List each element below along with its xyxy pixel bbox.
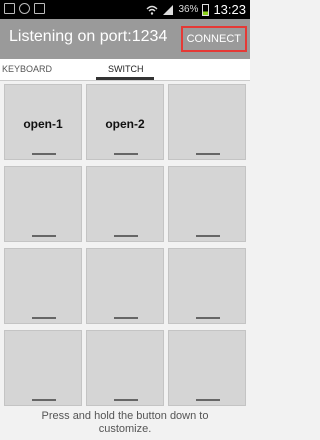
status-bar: 36% 13:23 — [0, 0, 250, 19]
switch-button-label: open-2 — [105, 117, 145, 131]
action-bar: Listening on port:1234 CONNECT — [0, 19, 250, 59]
switch-button-indicator — [196, 235, 220, 237]
customize-hint: Press and hold the button down to custom… — [0, 410, 250, 440]
switch-button[interactable] — [168, 166, 246, 242]
image-icon — [34, 3, 45, 14]
clock: 13:23 — [213, 2, 246, 17]
switch-button-indicator — [32, 399, 56, 401]
switch-button[interactable] — [4, 248, 82, 324]
sync-icon — [19, 3, 30, 14]
switch-button[interactable] — [4, 166, 82, 242]
status-icons-left — [4, 3, 45, 14]
tab-selected-indicator — [96, 77, 154, 80]
switch-button[interactable] — [86, 248, 164, 324]
switch-button[interactable] — [168, 84, 246, 160]
customize-hint-line1: Press and hold the button down to — [41, 410, 209, 422]
page-title: Listening on port:1234 — [9, 28, 168, 45]
tab-keyboard[interactable]: KEYBOARD — [2, 64, 52, 74]
switch-button[interactable]: open-1 — [4, 84, 82, 160]
switch-button-indicator — [32, 235, 56, 237]
connect-button[interactable]: CONNECT — [180, 26, 247, 52]
switch-button-indicator — [114, 399, 138, 401]
switch-button[interactable]: open-2 — [86, 84, 164, 160]
switch-button-indicator — [32, 153, 56, 155]
switch-button[interactable] — [86, 166, 164, 242]
status-icons-right: 36% 13:23 — [146, 2, 246, 17]
switch-button-indicator — [114, 235, 138, 237]
switch-button[interactable] — [86, 330, 164, 406]
notification-icon — [4, 3, 15, 14]
battery-percent: 36% — [178, 4, 199, 15]
wifi-icon — [146, 5, 158, 15]
switch-button-indicator — [32, 317, 56, 319]
switch-button-indicator — [114, 317, 138, 319]
switch-button[interactable] — [168, 330, 246, 406]
switch-button[interactable] — [4, 330, 82, 406]
battery-icon — [202, 3, 210, 16]
switch-button-indicator — [114, 153, 138, 155]
switch-button-label: open-1 — [23, 117, 63, 131]
switch-button-grid: open-1 open-2 — [4, 84, 248, 406]
customize-hint-line2: customize. — [98, 423, 152, 435]
switch-button[interactable] — [168, 248, 246, 324]
signal-icon — [163, 4, 174, 15]
switch-button-indicator — [196, 153, 220, 155]
tab-bar: KEYBOARD SWITCH — [0, 59, 250, 81]
tab-switch[interactable]: SWITCH — [108, 64, 144, 74]
switch-button-indicator — [196, 317, 220, 319]
switch-button-indicator — [196, 399, 220, 401]
